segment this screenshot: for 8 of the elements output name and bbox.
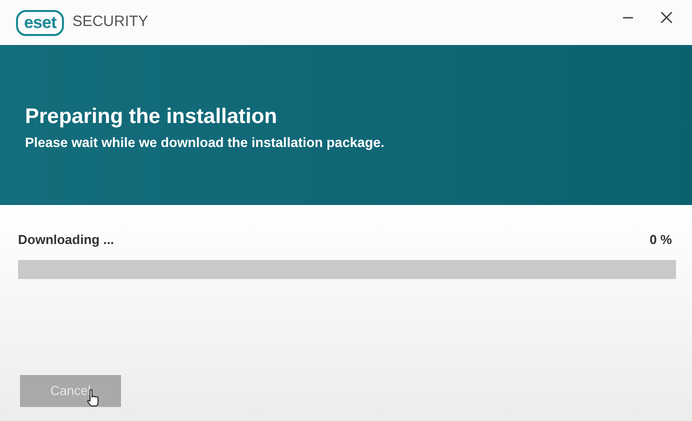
logo: eset xyxy=(16,10,64,36)
minimize-icon[interactable] xyxy=(623,16,633,18)
banner-heading: Preparing the installation xyxy=(25,104,278,130)
window-title: SECURITY xyxy=(72,12,148,32)
banner-subtitle: Please wait while we download the installation package. xyxy=(25,134,386,152)
progress-reading: 0 % xyxy=(650,231,672,249)
progress-label: Downloading ... xyxy=(18,231,114,249)
close-icon[interactable] xyxy=(661,12,672,23)
